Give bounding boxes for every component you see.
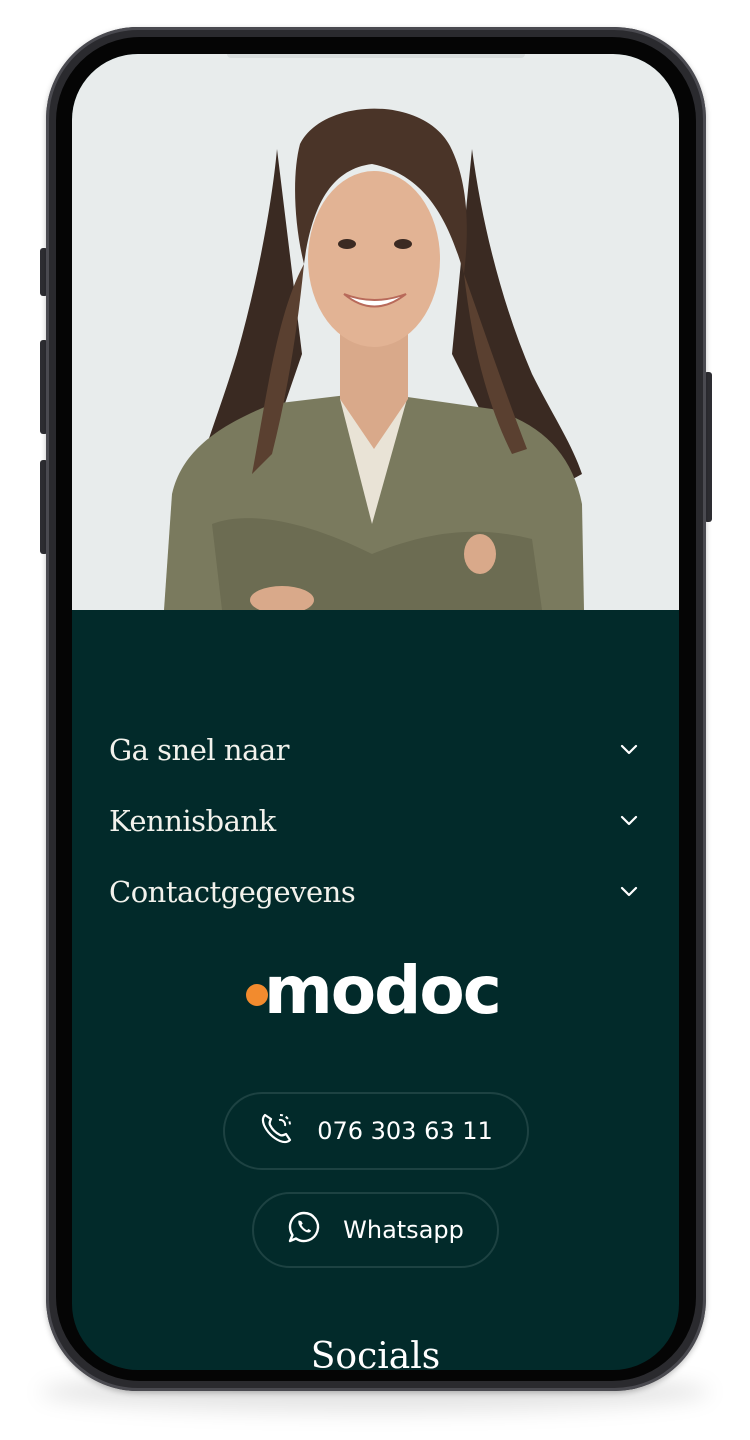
hero-photo xyxy=(72,54,679,610)
status-bar-edge xyxy=(227,54,525,58)
phone-button[interactable]: 076 303 63 11 xyxy=(223,1092,529,1170)
socials-heading: Socials xyxy=(310,1336,441,1370)
menu-item-label: Kennisbank xyxy=(109,804,276,838)
modoc-logo[interactable]: modoc xyxy=(242,958,512,1032)
chevron-down-icon xyxy=(619,811,639,831)
menu-item-label: Contactgegevens xyxy=(109,875,356,909)
chevron-down-icon xyxy=(619,882,639,902)
whatsapp-label: Whatsapp xyxy=(343,1216,464,1244)
menu-item-kennisbank[interactable]: Kennisbank xyxy=(109,797,639,845)
logo-text: modoc xyxy=(264,952,502,1029)
menu-item-label: Ga snel naar xyxy=(109,733,290,767)
whatsapp-button[interactable]: Whatsapp xyxy=(252,1192,499,1268)
device-mockup: Ga snel naar Kennisbank Contactgegevens xyxy=(0,0,750,1440)
whatsapp-icon xyxy=(287,1210,321,1250)
menu-item-ga-snel-naar[interactable]: Ga snel naar xyxy=(109,726,639,774)
portrait-illustration xyxy=(164,108,584,610)
phone-screen: Ga snel naar Kennisbank Contactgegevens xyxy=(72,54,679,1370)
phone-number: 076 303 63 11 xyxy=(317,1117,493,1145)
menu-item-contactgegevens[interactable]: Contactgegevens xyxy=(109,868,639,916)
chevron-down-icon xyxy=(619,740,639,760)
phone-call-icon xyxy=(259,1111,295,1151)
